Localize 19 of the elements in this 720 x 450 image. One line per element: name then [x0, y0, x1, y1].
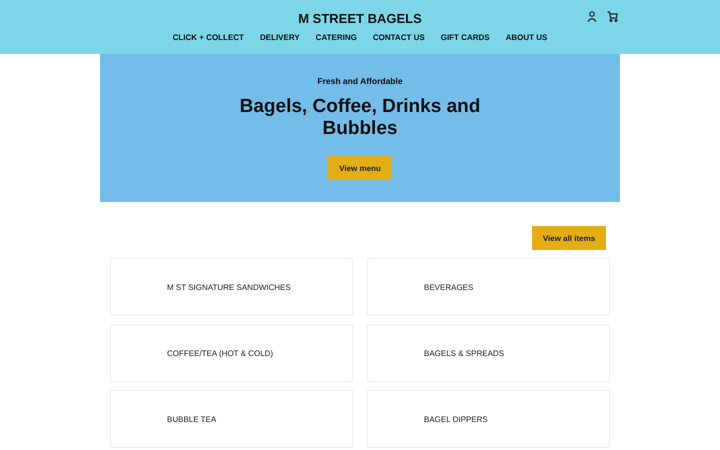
view-all-button[interactable]: View all items — [532, 226, 606, 250]
category-card[interactable]: BAGEL DIPPERS — [367, 390, 610, 448]
account-icon[interactable] — [587, 11, 597, 22]
category-card[interactable]: BEVERAGES — [367, 258, 610, 316]
category-card[interactable]: M ST SIGNATURE SANDWICHES — [110, 258, 353, 316]
view-menu-button[interactable]: View menu — [328, 156, 392, 180]
category-card[interactable]: BAGELS & SPREADS — [367, 324, 610, 382]
nav-link[interactable]: CLICK + COLLECT — [172, 33, 244, 42]
hero-heading: Bagels, Coffee, Drinks and Bubbles — [238, 96, 482, 140]
nav-link[interactable]: CATERING — [316, 33, 357, 42]
nav-link[interactable]: GIFT CARDS — [440, 33, 490, 42]
nav-link[interactable]: ABOUT US — [506, 33, 548, 42]
site-title: M STREET BAGELS — [298, 11, 422, 27]
nav-link[interactable]: DELIVERY — [260, 33, 300, 42]
hero-tagline: Fresh and Affordable — [317, 76, 403, 86]
category-card[interactable]: BUBBLE TEA — [110, 390, 353, 448]
nav-link[interactable]: CONTACT US — [372, 33, 425, 42]
cart-icon[interactable] — [607, 11, 618, 22]
category-card[interactable]: COFFEE/TEA (HOT & COLD) — [110, 324, 353, 382]
